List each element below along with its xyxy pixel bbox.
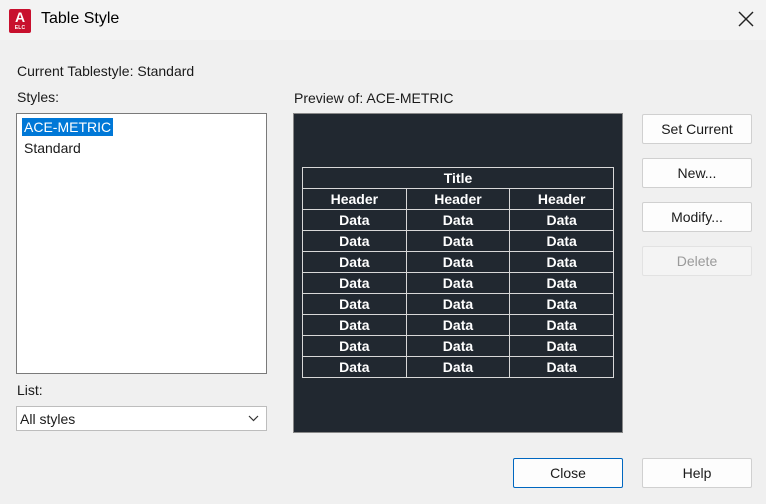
new-button[interactable]: New...: [642, 158, 752, 188]
preview-data-row: Data Data Data: [302, 209, 614, 231]
list-filter-dropdown[interactable]: All styles: [16, 406, 267, 431]
preview-data-cell: Data: [405, 251, 511, 273]
style-item-ace-metric[interactable]: ACE-METRIC: [22, 118, 114, 136]
preview-header-row: Header Header Header: [302, 188, 614, 210]
preview-data-cell: Data: [509, 230, 614, 252]
preview-data-cell: Data: [405, 272, 511, 294]
help-button[interactable]: Help: [642, 458, 752, 488]
table-style-dialog: A ELC Table Style Current Tablestyle: St…: [0, 0, 766, 504]
preview-data-cell: Data: [509, 209, 614, 231]
preview-header-cell: Header: [509, 188, 614, 210]
preview-title-cell: Title: [302, 167, 614, 189]
preview-data-row: Data Data Data: [302, 251, 614, 273]
preview-data-row: Data Data Data: [302, 230, 614, 252]
preview-header-cell: Header: [405, 188, 511, 210]
preview-header-cell: Header: [302, 188, 407, 210]
preview-data-cell: Data: [405, 314, 511, 336]
preview-data-cell: Data: [302, 293, 407, 315]
preview-data-cell: Data: [509, 335, 614, 357]
preview-data-cell: Data: [509, 293, 614, 315]
preview-data-cell: Data: [302, 335, 407, 357]
set-current-button[interactable]: Set Current: [642, 114, 752, 144]
list-filter-value: All styles: [20, 411, 76, 427]
app-icon-letter: A: [14, 9, 26, 25]
preview-data-cell: Data: [302, 356, 407, 378]
window-title: Table Style: [41, 10, 120, 27]
preview-data-cell: Data: [302, 272, 407, 294]
preview-data-row: Data Data Data: [302, 272, 614, 294]
close-icon[interactable]: [734, 7, 758, 31]
modify-button[interactable]: Modify...: [642, 202, 752, 232]
preview-data-cell: Data: [405, 335, 511, 357]
preview-data-cell: Data: [302, 209, 407, 231]
preview-data-cell: Data: [509, 356, 614, 378]
preview-data-row: Data Data Data: [302, 293, 614, 315]
preview-data-cell: Data: [302, 251, 407, 273]
preview-data-cell: Data: [405, 209, 511, 231]
preview-data-cell: Data: [302, 314, 407, 336]
current-tablestyle-label: Current Tablestyle: Standard: [17, 63, 195, 79]
preview-data-cell: Data: [302, 230, 407, 252]
preview-title-row: Title: [302, 167, 614, 189]
preview-data-cell: Data: [509, 314, 614, 336]
app-icon-sub: ELC: [14, 25, 26, 31]
title-bar: A ELC Table Style: [0, 0, 766, 40]
close-button[interactable]: Close: [513, 458, 623, 488]
preview-label: Preview of: ACE-METRIC: [294, 90, 454, 106]
preview-data-cell: Data: [509, 272, 614, 294]
preview-table: Title Header Header Header Data Data Dat…: [302, 167, 614, 378]
styles-label: Styles:: [17, 89, 60, 105]
preview-data-cell: Data: [405, 356, 511, 378]
preview-data-row: Data Data Data: [302, 335, 614, 357]
preview-data-cell: Data: [509, 251, 614, 273]
autocad-electrical-app-icon: A ELC: [9, 9, 31, 33]
chevron-down-icon: [248, 415, 259, 422]
preview-data-row: Data Data Data: [302, 356, 614, 378]
style-item-standard[interactable]: Standard: [22, 139, 83, 157]
preview-data-row: Data Data Data: [302, 314, 614, 336]
preview-pane: Title Header Header Header Data Data Dat…: [293, 113, 623, 433]
list-label: List:: [17, 382, 43, 398]
styles-listbox[interactable]: ACE-METRIC Standard: [16, 113, 267, 374]
preview-data-cell: Data: [405, 293, 511, 315]
preview-data-cell: Data: [405, 230, 511, 252]
delete-button[interactable]: Delete: [642, 246, 752, 276]
